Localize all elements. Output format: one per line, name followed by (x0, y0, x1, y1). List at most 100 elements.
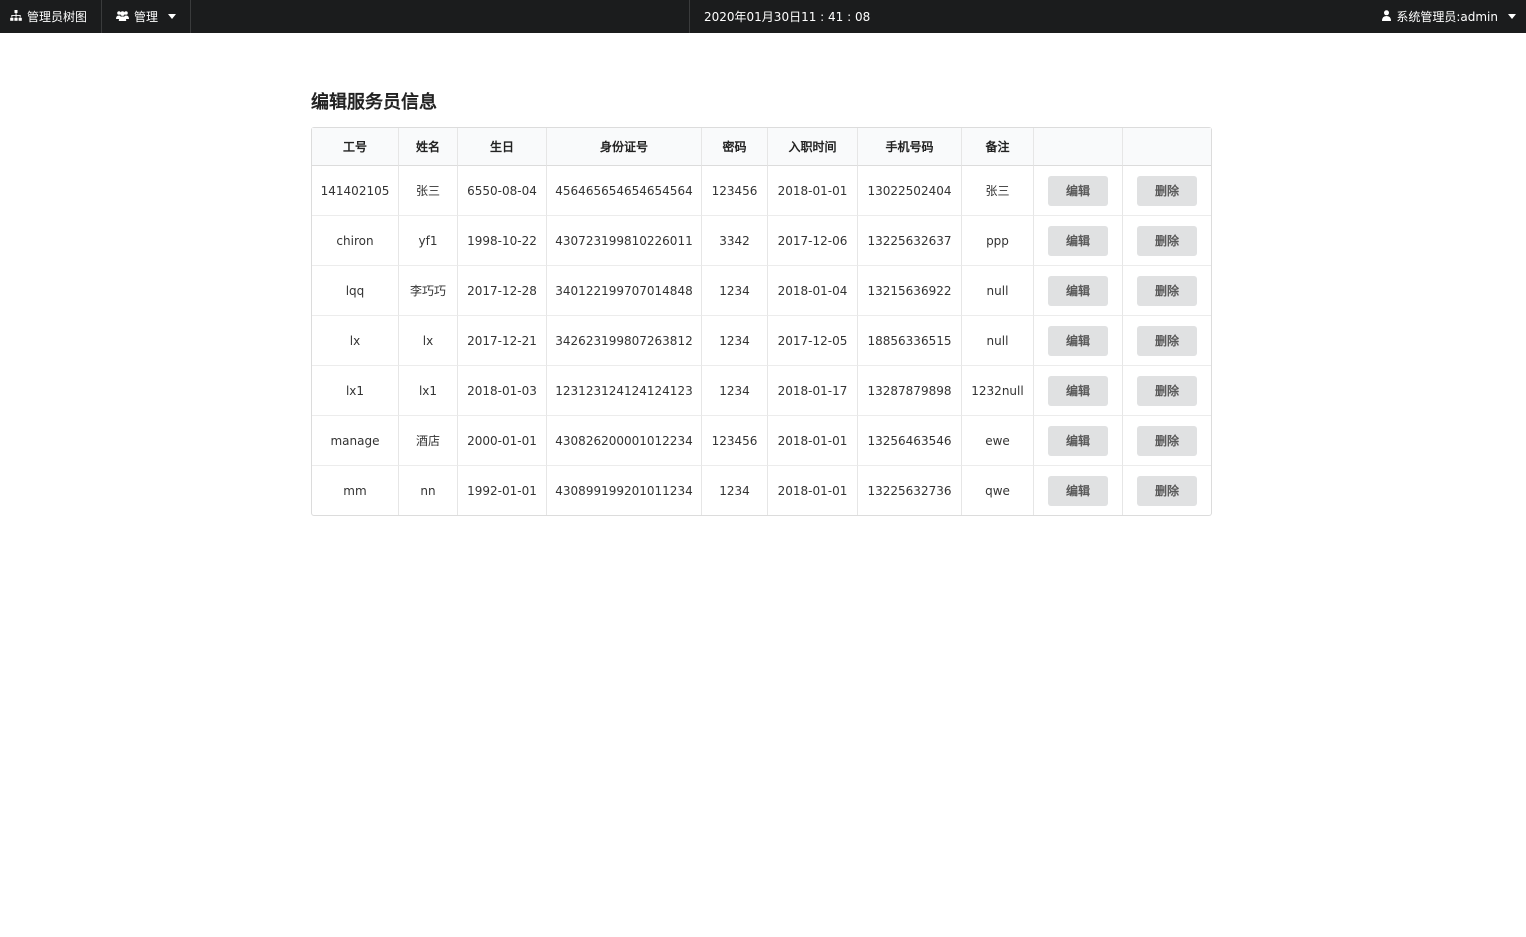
cell-name: 酒店 (399, 415, 458, 465)
edit-button[interactable]: 编辑 (1048, 275, 1108, 306)
admin-tree-label: 管理员树图 (27, 10, 88, 24)
cell-edit: 编辑 (1034, 315, 1123, 365)
cell-password: 1234 (702, 315, 768, 365)
cell-employee-id: 141402105 (312, 166, 399, 215)
cell-name: yf1 (399, 215, 458, 265)
cell-password: 123456 (702, 415, 768, 465)
table-row: mm nn 1992-01-01 430899199201011234 1234… (312, 465, 1211, 515)
table-header-row: 工号 姓名 生日 身份证号 密码 入职时间 手机号码 备注 (312, 128, 1211, 166)
cell-hire-date: 2018-01-01 (768, 166, 858, 215)
cell-id-number: 430826200001012234 (547, 415, 702, 465)
cell-remark: 张三 (962, 166, 1034, 215)
cell-employee-id: lx1 (312, 365, 399, 415)
cell-hire-date: 2018-01-04 (768, 265, 858, 315)
cell-delete: 删除 (1123, 166, 1211, 215)
cell-birthday: 1992-01-01 (458, 465, 547, 515)
cell-id-number: 456465654654654564 (547, 166, 702, 215)
cell-name: 李巧巧 (399, 265, 458, 315)
cell-password: 3342 (702, 215, 768, 265)
table-row: lx lx 2017-12-21 342623199807263812 1234… (312, 315, 1211, 365)
delete-button[interactable]: 删除 (1137, 175, 1197, 206)
edit-button[interactable]: 编辑 (1048, 425, 1108, 456)
users-icon (116, 10, 129, 23)
cell-delete: 删除 (1123, 465, 1211, 515)
delete-button[interactable]: 删除 (1137, 425, 1197, 456)
column-header: 姓名 (399, 128, 458, 166)
cell-phone: 13256463546 (858, 415, 962, 465)
cell-remark: 1232null (962, 365, 1034, 415)
column-header: 备注 (962, 128, 1034, 166)
cell-birthday: 2018-01-03 (458, 365, 547, 415)
delete-button[interactable]: 删除 (1137, 325, 1197, 356)
column-header: 工号 (312, 128, 399, 166)
user-label: 系统管理员:admin (1396, 10, 1498, 24)
cell-delete: 删除 (1123, 365, 1211, 415)
admin-tree-menu-item[interactable]: 管理员树图 (10, 0, 87, 33)
delete-button[interactable]: 删除 (1137, 275, 1197, 306)
menu-divider (101, 0, 102, 33)
table-row: 141402105 张三 6550-08-04 4564656546546545… (312, 166, 1211, 215)
cell-delete: 删除 (1123, 315, 1211, 365)
delete-button[interactable]: 删除 (1137, 225, 1197, 256)
cell-id-number: 342623199807263812 (547, 315, 702, 365)
cell-employee-id: mm (312, 465, 399, 515)
cell-phone: 13225632637 (858, 215, 962, 265)
cell-password: 1234 (702, 365, 768, 415)
cell-name: lx1 (399, 365, 458, 415)
cell-employee-id: lqq (312, 265, 399, 315)
datetime-display: 2020年01月30日11 : 41 : 08 (704, 0, 870, 33)
table-row: lqq 李巧巧 2017-12-28 340122199707014848 12… (312, 265, 1211, 315)
cell-hire-date: 2017-12-05 (768, 315, 858, 365)
edit-button[interactable]: 编辑 (1048, 175, 1108, 206)
datetime-text: 2020年01月30日11 : 41 : 08 (704, 10, 871, 24)
cell-employee-id: manage (312, 415, 399, 465)
cell-hire-date: 2018-01-17 (768, 365, 858, 415)
cell-password: 1234 (702, 465, 768, 515)
sitemap-icon (10, 10, 22, 23)
cell-password: 1234 (702, 265, 768, 315)
table-row: manage 酒店 2000-01-01 430826200001012234 … (312, 415, 1211, 465)
cell-delete: 删除 (1123, 265, 1211, 315)
column-header (1123, 128, 1211, 166)
cell-phone: 18856336515 (858, 315, 962, 365)
delete-button[interactable]: 删除 (1137, 475, 1197, 506)
cell-phone: 13287879898 (858, 365, 962, 415)
caret-down-icon (1508, 14, 1516, 19)
menu-divider (190, 0, 191, 33)
user-icon (1382, 10, 1392, 23)
column-header: 身份证号 (547, 128, 702, 166)
cell-edit: 编辑 (1034, 415, 1123, 465)
cell-name: nn (399, 465, 458, 515)
cell-remark: qwe (962, 465, 1034, 515)
cell-employee-id: lx (312, 315, 399, 365)
cell-name: lx (399, 315, 458, 365)
column-header: 入职时间 (768, 128, 858, 166)
cell-hire-date: 2017-12-06 (768, 215, 858, 265)
cell-remark: ewe (962, 415, 1034, 465)
cell-phone: 13215636922 (858, 265, 962, 315)
cell-id-number: 430723199810226011 (547, 215, 702, 265)
cell-birthday: 2017-12-21 (458, 315, 547, 365)
edit-button[interactable]: 编辑 (1048, 325, 1108, 356)
cell-remark: ppp (962, 215, 1034, 265)
cell-birthday: 2017-12-28 (458, 265, 547, 315)
edit-button[interactable]: 编辑 (1048, 375, 1108, 406)
staff-table: 工号 姓名 生日 身份证号 密码 入职时间 手机号码 备注 141402105 … (311, 127, 1212, 516)
top-menu-bar: 管理员树图 管理 2020年01月30日11 : 41 : 08 系统管理员:a… (0, 0, 1526, 33)
page-title: 编辑服务员信息 (311, 92, 437, 113)
edit-button[interactable]: 编辑 (1048, 475, 1108, 506)
delete-button[interactable]: 删除 (1137, 375, 1197, 406)
edit-button[interactable]: 编辑 (1048, 225, 1108, 256)
manage-dropdown[interactable]: 管理 (116, 0, 177, 33)
table-row: lx1 lx1 2018-01-03 123123124124124123 12… (312, 365, 1211, 415)
user-dropdown[interactable]: 系统管理员:admin (1382, 0, 1516, 33)
cell-hire-date: 2018-01-01 (768, 465, 858, 515)
cell-delete: 删除 (1123, 415, 1211, 465)
cell-birthday: 1998-10-22 (458, 215, 547, 265)
column-header (1034, 128, 1123, 166)
cell-id-number: 123123124124124123 (547, 365, 702, 415)
column-header: 生日 (458, 128, 547, 166)
cell-phone: 13022502404 (858, 166, 962, 215)
column-header: 手机号码 (858, 128, 962, 166)
cell-id-number: 430899199201011234 (547, 465, 702, 515)
